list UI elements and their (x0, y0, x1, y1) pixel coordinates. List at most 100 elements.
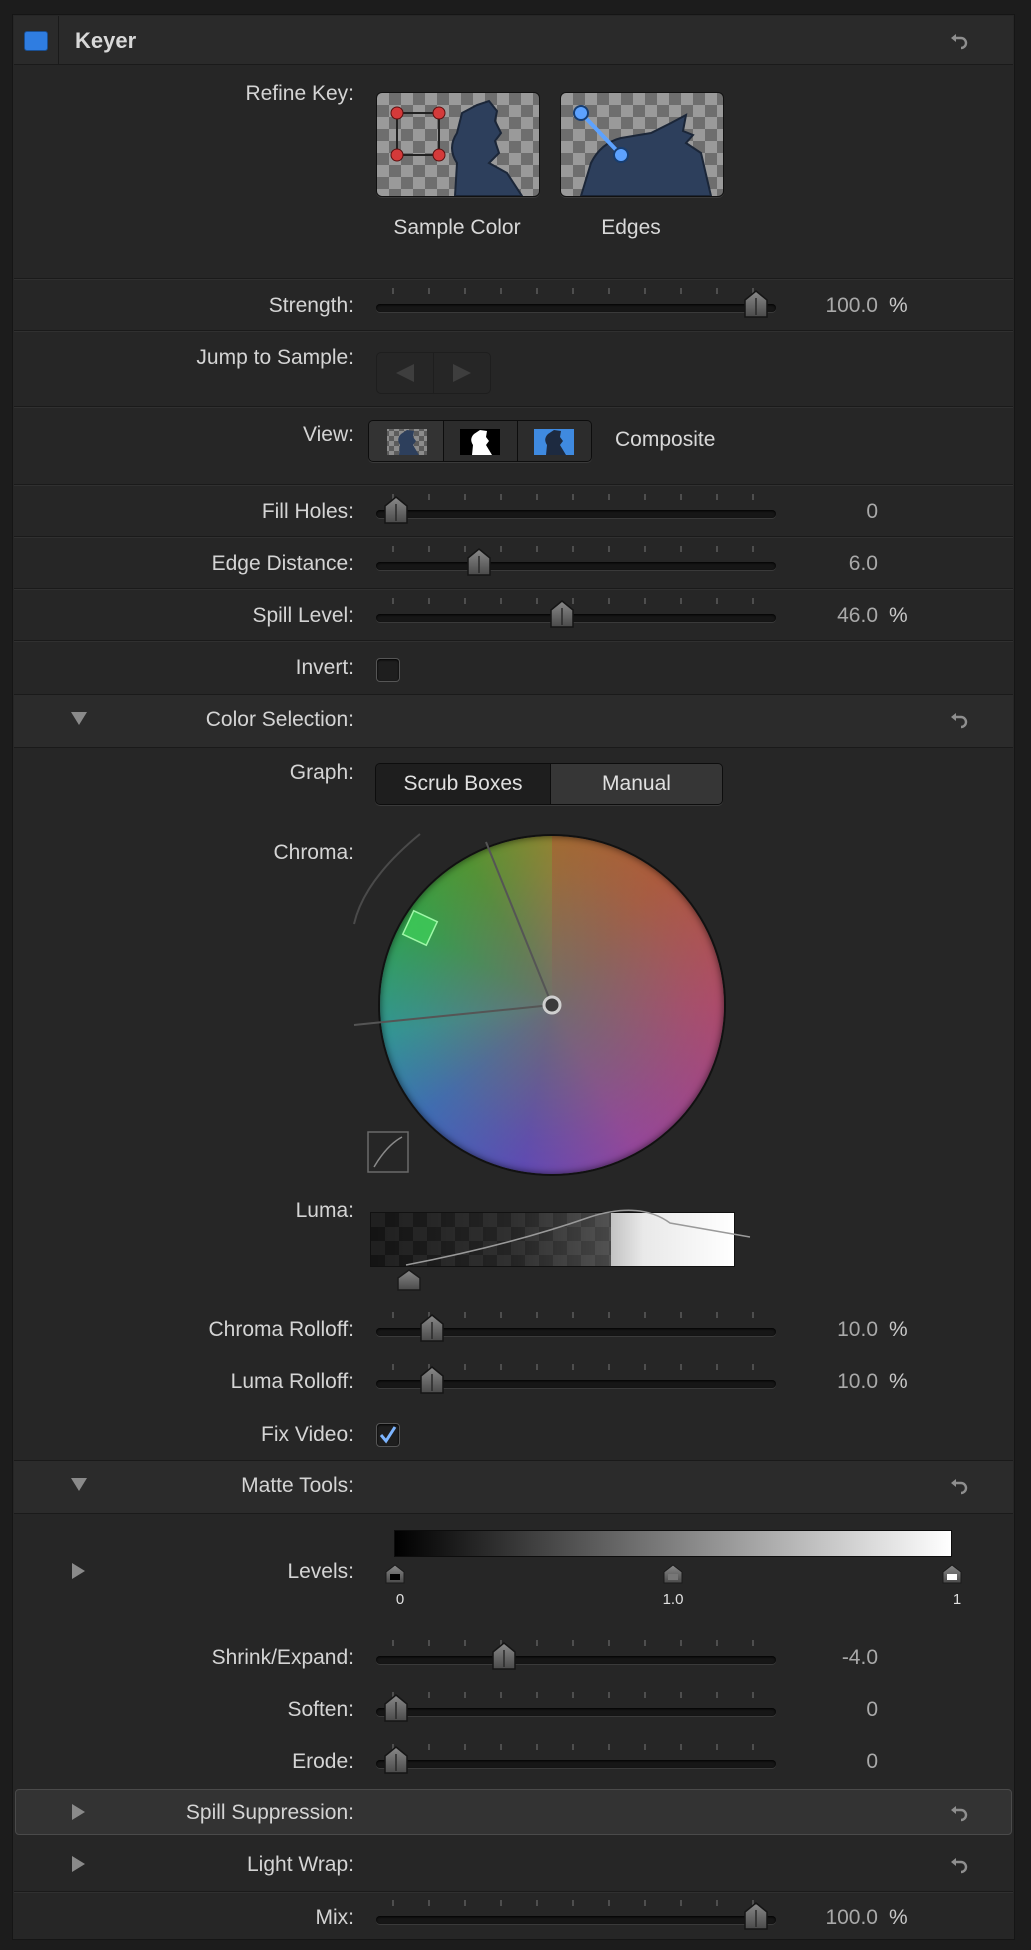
spill-suppression-bar[interactable] (15, 1789, 1012, 1835)
levels-marker-2: 1 (952, 1591, 962, 1608)
view-selected-label: Composite (615, 428, 716, 451)
levels-gamma-handle[interactable] (662, 1563, 684, 1585)
color-selection-bar[interactable] (14, 694, 1013, 748)
slider-thumb[interactable] (742, 288, 770, 322)
mix-value[interactable]: 100.0 (758, 1906, 878, 1930)
slider-tick (428, 1692, 430, 1698)
slider-tick (428, 1640, 430, 1646)
view-original-button[interactable] (518, 421, 591, 461)
slider-track[interactable] (376, 614, 776, 622)
jump-prev-button[interactable] (376, 352, 434, 394)
fix-video-checkbox[interactable] (376, 1423, 400, 1447)
disclosure-triangle-icon[interactable] (72, 1804, 85, 1820)
shrink-expand-value[interactable]: -4.0 (758, 1646, 878, 1670)
slider-track[interactable] (376, 1708, 776, 1716)
slider-thumb[interactable] (742, 1900, 770, 1934)
mix-unit: % (889, 1906, 908, 1929)
jump-next-button[interactable] (433, 352, 491, 394)
slider-thumb[interactable] (465, 546, 493, 580)
edges-label: Edges (601, 216, 661, 239)
slider-thumb[interactable] (382, 1744, 410, 1778)
graph-scrub-boxes-button[interactable]: Scrub Boxes (376, 764, 551, 804)
matte-icon (460, 429, 500, 455)
slider-tick (500, 598, 502, 604)
edges-button[interactable] (560, 92, 724, 197)
slider-thumb[interactable] (382, 494, 410, 528)
matte-tools-bar[interactable] (14, 1460, 1013, 1514)
slider-tick (680, 1312, 682, 1318)
slider-track[interactable] (376, 1916, 776, 1924)
slider-thumb[interactable] (548, 598, 576, 632)
soften-value[interactable]: 0 (758, 1698, 878, 1722)
slider-tick (428, 546, 430, 552)
sample-color-label: Sample Color (393, 216, 521, 239)
reset-icon[interactable] (947, 1852, 971, 1876)
slider-tick (464, 1312, 466, 1318)
slider-track[interactable] (376, 1760, 776, 1768)
view-composite-button[interactable] (369, 421, 444, 461)
jump-to-sample-label: Jump to Sample: (196, 346, 354, 369)
enable-checkbox[interactable] (24, 31, 48, 51)
slider-tick (716, 1312, 718, 1318)
disclosure-triangle-icon[interactable] (71, 1478, 87, 1491)
levels-gradient[interactable] (394, 1530, 952, 1557)
divider (14, 588, 1013, 590)
view-matte-button[interactable] (444, 421, 518, 461)
slider-track[interactable] (376, 510, 776, 518)
spill-level-unit: % (889, 604, 908, 627)
slider-tick (428, 1744, 430, 1750)
disclosure-triangle-icon[interactable] (72, 1856, 85, 1872)
reset-icon[interactable] (947, 28, 971, 52)
chroma-rolloff-value[interactable]: 10.0 (758, 1318, 878, 1342)
reset-icon[interactable] (947, 1473, 971, 1497)
triangle-left-icon (396, 364, 414, 382)
slider-ticks (376, 1640, 776, 1646)
slider-tick (716, 494, 718, 500)
graph-segmented-control: Scrub Boxes Manual (375, 763, 723, 805)
slider-tick (536, 1744, 538, 1750)
divider (14, 484, 1013, 486)
slider-thumb[interactable] (418, 1312, 446, 1346)
edge-distance-label: Edge Distance: (211, 552, 354, 575)
slider-tick (536, 1640, 538, 1646)
slider-tick (464, 288, 466, 294)
divider (14, 1891, 1013, 1893)
levels-black-handle[interactable] (384, 1563, 406, 1585)
sample-color-button[interactable] (376, 92, 540, 197)
slider-tick (500, 1312, 502, 1318)
curve-icon[interactable] (367, 1131, 409, 1173)
erode-value[interactable]: 0 (758, 1750, 878, 1774)
slider-tick (680, 1640, 682, 1646)
sample-color-icon (377, 93, 539, 196)
slider-tick (536, 1312, 538, 1318)
levels-label: Levels: (287, 1560, 354, 1583)
slider-track[interactable] (376, 562, 776, 570)
composite-checker-icon (387, 429, 427, 455)
fill-holes-value[interactable]: 0 (758, 500, 878, 524)
invert-checkbox[interactable] (376, 658, 400, 682)
disclosure-triangle-icon[interactable] (71, 712, 87, 725)
luma-rolloff-unit: % (889, 1370, 908, 1393)
strength-value[interactable]: 100.0 (758, 294, 878, 318)
edge-distance-value[interactable]: 6.0 (758, 552, 878, 576)
spill-level-value[interactable]: 46.0 (758, 604, 878, 628)
slider-ticks (376, 494, 776, 500)
slider-thumb[interactable] (490, 1640, 518, 1674)
reset-icon[interactable] (947, 707, 971, 731)
slider-track[interactable] (376, 1656, 776, 1664)
chroma-rolloff-unit: % (889, 1318, 908, 1341)
slider-tick (428, 494, 430, 500)
luma-rolloff-value[interactable]: 10.0 (758, 1370, 878, 1394)
slider-tick (752, 598, 754, 604)
disclosure-triangle-icon[interactable] (72, 1563, 85, 1579)
slider-ticks (376, 1744, 776, 1750)
slider-thumb[interactable] (418, 1364, 446, 1398)
slider-thumb[interactable] (382, 1692, 410, 1726)
slider-tick (644, 288, 646, 294)
luma-handle[interactable] (396, 1268, 422, 1292)
reset-icon[interactable] (947, 1800, 971, 1824)
levels-white-handle[interactable] (941, 1563, 963, 1585)
graph-manual-button[interactable]: Manual (551, 764, 722, 804)
slider-tick (680, 1900, 682, 1906)
slider-track[interactable] (376, 304, 776, 312)
